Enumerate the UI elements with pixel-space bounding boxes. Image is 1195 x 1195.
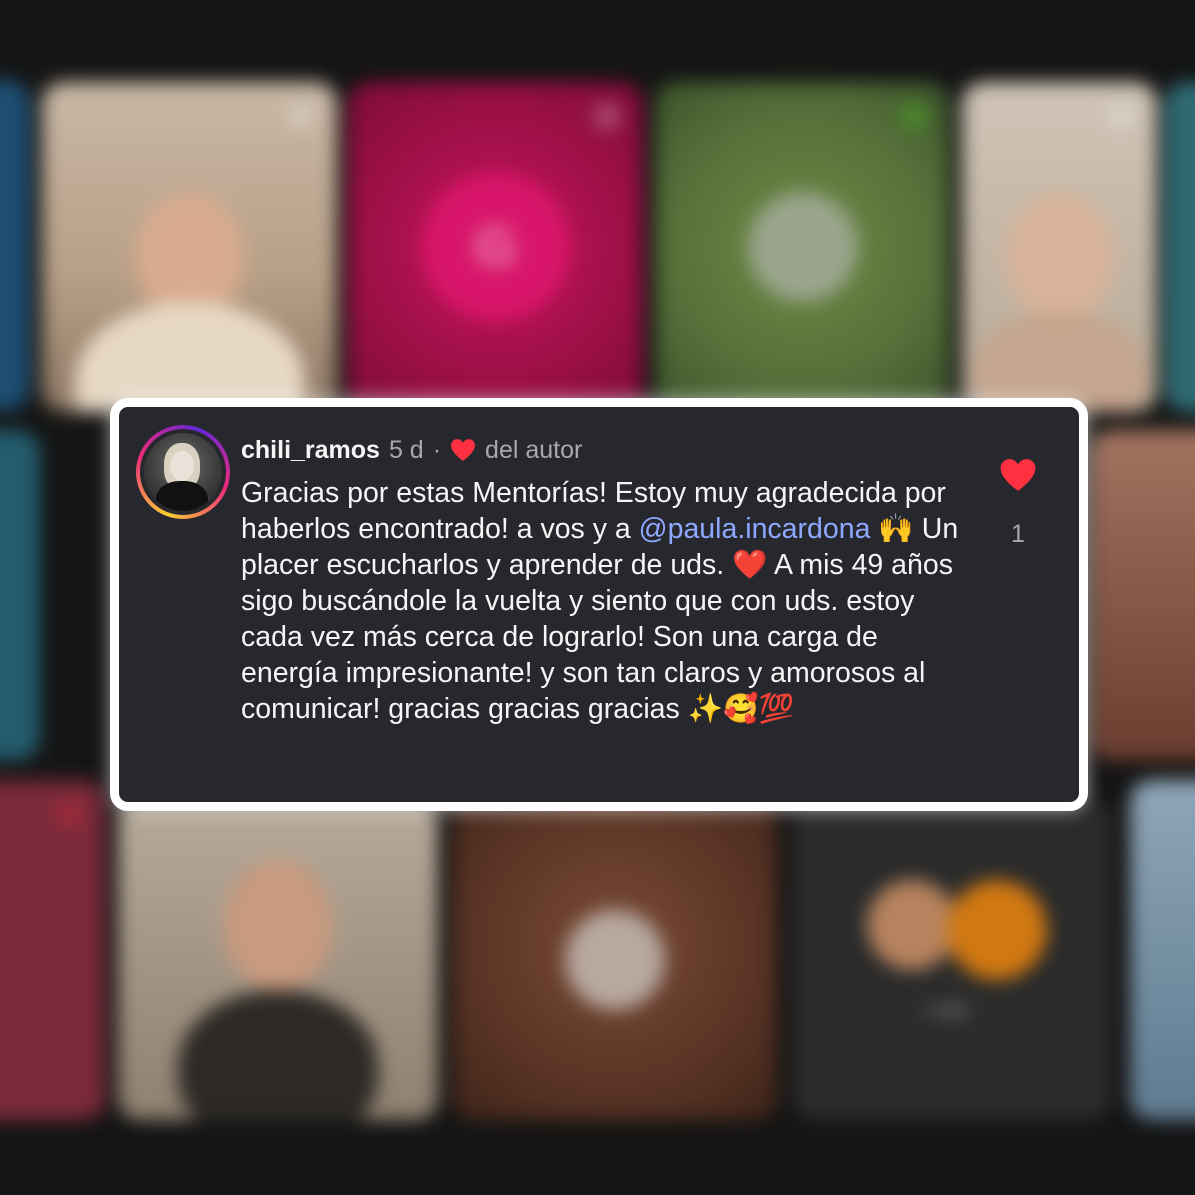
- participant-tile: + más: [792, 800, 1112, 1120]
- comment-header: chili_ramos 5 d · del autor: [241, 433, 582, 467]
- participant-tile: [0, 430, 40, 760]
- sparkles-smile-hundred-emoji: ✨🥰💯: [687, 692, 795, 725]
- heart-icon: [451, 439, 475, 461]
- username[interactable]: chili_ramos: [241, 436, 380, 465]
- participant-tile: [42, 82, 337, 412]
- story-ring[interactable]: [136, 425, 230, 519]
- raised-hands-emoji: 🙌: [878, 512, 914, 545]
- timestamp: 5 d: [388, 435, 424, 464]
- comment-card: chili_ramos 5 d · del autor Gracias por …: [110, 398, 1088, 811]
- participant-tile: [1130, 780, 1195, 1120]
- participant-tile: [1165, 82, 1195, 412]
- like-count[interactable]: 1: [999, 520, 1037, 549]
- participant-tile: [655, 82, 950, 412]
- participant-tile: [0, 780, 105, 1120]
- mention-link[interactable]: @paula.incardona: [639, 513, 871, 545]
- avatar[interactable]: [144, 433, 222, 511]
- participant-tile: G: [348, 82, 643, 412]
- participant-tile: [0, 80, 30, 410]
- separator: ·: [432, 435, 442, 464]
- author-like-label: del autor: [485, 435, 583, 464]
- like-heart-icon[interactable]: [999, 457, 1037, 493]
- participant-tile: [452, 800, 777, 1120]
- participant-tile: [962, 82, 1157, 412]
- participant-tile: [118, 800, 438, 1120]
- comment-text: Gracias por estas Mentorías! Estoy muy a…: [241, 475, 981, 727]
- red-heart-emoji: ❤️: [732, 548, 768, 581]
- participant-tile: [1090, 430, 1195, 760]
